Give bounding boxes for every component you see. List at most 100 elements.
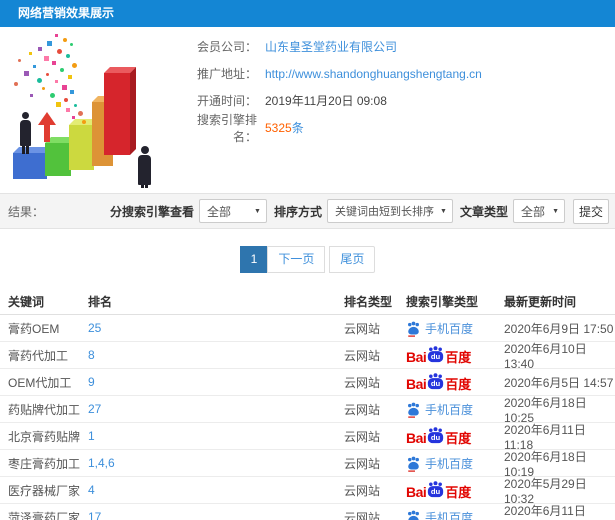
rank-type-cell: 云网站 xyxy=(344,402,381,417)
updated-cell: 2020年6月5日 14:57 xyxy=(504,375,614,390)
confetti-dot xyxy=(66,108,70,112)
engine-select[interactable]: 全部 ▼ xyxy=(198,199,267,223)
confetti-dot xyxy=(55,80,58,83)
baidu-logo-bai: Bai xyxy=(406,375,427,392)
info-value: 5325条 xyxy=(265,119,304,136)
confetti-dot xyxy=(24,71,29,76)
mobile-baidu-paw-icon xyxy=(406,456,421,472)
confetti-dot xyxy=(63,38,67,42)
table-row: 北京膏药贴牌 1 云网站 Bai du 百度 2020年6月11日 11:18 xyxy=(0,423,615,452)
rank-link[interactable]: 4 xyxy=(88,483,95,497)
rank-link[interactable]: 25 xyxy=(88,321,101,335)
confetti-dot xyxy=(74,104,77,107)
engine-cell: 手机百度 xyxy=(406,320,504,337)
rank-type-cell: 云网站 xyxy=(344,456,381,471)
svg-text:du: du xyxy=(431,433,441,442)
info-label: 推广地址： xyxy=(196,67,257,81)
sort-select[interactable]: 关键词由短到长排序 ▼ xyxy=(326,199,453,223)
table-header-row: 关键词 排名 排名类型 搜索引擎类型 最新更新时间 xyxy=(0,289,615,315)
info-value-link[interactable]: 山东皇圣堂药业有限公司 xyxy=(265,38,397,55)
chart-bar-green xyxy=(45,143,71,176)
confetti-dot xyxy=(56,102,61,107)
sort-filter-label: 排序方式 xyxy=(273,204,322,219)
keyword-cell: 膏药OEM xyxy=(8,321,60,336)
updated-cell: 2020年6月10日 13:40 xyxy=(504,341,587,371)
baidu-paw-icon: du xyxy=(427,426,444,444)
confetti-dot xyxy=(52,61,56,65)
mobile-baidu-paw-icon xyxy=(406,402,421,418)
table-row: 枣庄膏药加工 1,4,6 云网站 手机百度 2020年6月18日 10:19 xyxy=(0,450,615,479)
confetti-dot xyxy=(66,54,70,58)
confetti-dot xyxy=(60,68,64,72)
confetti-dot xyxy=(62,85,67,90)
baidu-logo-bai: Bai xyxy=(406,348,427,365)
page-header: 网络营销效果展示 xyxy=(0,0,615,27)
info-value-link[interactable]: http://www.shandonghuangshengtang.cn xyxy=(265,67,482,81)
ranking-count-unit: 条 xyxy=(291,121,304,135)
column-header: 排名类型 xyxy=(344,295,393,309)
confetti-dot xyxy=(50,93,55,98)
rank-cell: 1 xyxy=(88,429,344,443)
baidu-paw-icon: du xyxy=(427,480,444,498)
growth-arrow-stem xyxy=(44,124,50,142)
chevron-down-icon: ▼ xyxy=(440,207,447,215)
confetti-dot xyxy=(44,56,49,61)
baidu-logo: Bai du 百度 xyxy=(406,345,471,366)
info-label: 开通时间： xyxy=(196,94,257,108)
baidu-logo: Bai du 百度 xyxy=(406,480,471,501)
info-label: 搜索引擎排名： xyxy=(196,112,257,144)
info-row: 会员公司： 山东皇圣堂药业有限公司 xyxy=(185,33,610,60)
baidu-paw-icon: du xyxy=(427,345,444,363)
keyword-cell: 枣庄膏药加工 xyxy=(8,456,81,471)
keyword-cell: 膏药代加工 xyxy=(8,348,69,363)
rank-link[interactable]: 1,4,6 xyxy=(88,456,115,470)
rank-cell: 27 xyxy=(88,402,344,416)
confetti-dot xyxy=(72,63,77,68)
rank-link[interactable]: 27 xyxy=(88,402,101,416)
rank-link[interactable]: 17 xyxy=(88,510,101,520)
table-row: 膏药代加工 8 云网站 Bai du 百度 2020年6月10日 13:40 xyxy=(0,341,615,371)
mobile-baidu-paw-icon xyxy=(406,321,421,337)
table-row: 膏药OEM 25 云网站 手机百度 2020年6月9日 17:50 xyxy=(0,315,615,342)
keyword-cell: 菏泽膏药厂家 xyxy=(8,510,81,520)
confetti-dot xyxy=(68,75,72,79)
info-row: 搜索引擎排名： 5325条 xyxy=(185,113,610,144)
rank-type-cell: 云网站 xyxy=(344,483,381,498)
result-label: 结果： xyxy=(8,204,45,219)
businessman-figure-right xyxy=(138,146,151,188)
keyword-cell: 药贴牌代加工 xyxy=(8,402,81,417)
table-row: OEM代加工 9 云网站 Bai du 百度 2020年6月5日 14:57 xyxy=(0,369,615,396)
confetti-dot xyxy=(70,90,74,94)
confetti-dot xyxy=(18,59,21,62)
updated-cell: 2020年6月9日 17:50 xyxy=(504,321,614,336)
article-type-filter-label: 文章类型 xyxy=(459,204,508,219)
confetti-dot xyxy=(64,98,68,102)
last-page-button[interactable]: 尾页 xyxy=(329,246,376,273)
ranking-count: 5325 xyxy=(265,121,292,135)
page-1-button[interactable]: 1 xyxy=(239,246,269,273)
chevron-down-icon: ▼ xyxy=(552,207,559,215)
column-header: 最新更新时间 xyxy=(504,295,577,309)
rank-link[interactable]: 1 xyxy=(88,429,95,443)
rank-link[interactable]: 8 xyxy=(88,348,95,362)
article-type-select[interactable]: 全部 ▼ xyxy=(513,199,565,223)
confetti-dot xyxy=(57,49,62,54)
table-row: 药贴牌代加工 27 云网站 手机百度 2020年6月18日 10:25 xyxy=(0,396,615,425)
engine-cell: Bai du 百度 xyxy=(406,426,504,447)
businessman-figure-left xyxy=(20,112,31,154)
keyword-cell: 北京膏药贴牌 xyxy=(8,429,81,444)
bar-chart-illustration xyxy=(0,28,182,188)
engine-cell: Bai du 百度 xyxy=(406,345,504,366)
next-page-button[interactable]: 下一页 xyxy=(267,246,326,273)
svg-text:du: du xyxy=(431,352,441,361)
rank-link[interactable]: 9 xyxy=(88,375,95,389)
confetti-dot xyxy=(72,116,75,119)
rank-cell: 4 xyxy=(88,483,344,497)
submit-button[interactable]: 提交 xyxy=(573,198,609,224)
chart-bar-blue xyxy=(13,153,47,179)
column-header: 关键词 xyxy=(8,295,45,309)
confetti-dot xyxy=(42,87,45,90)
confetti-dot xyxy=(46,73,49,76)
confetti-dot xyxy=(47,41,52,46)
rank-cell: 9 xyxy=(88,375,344,389)
